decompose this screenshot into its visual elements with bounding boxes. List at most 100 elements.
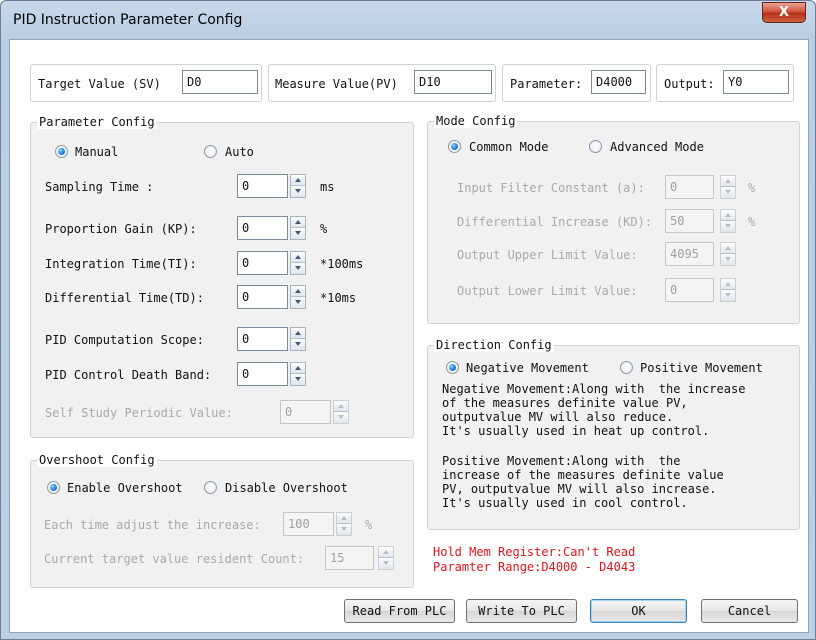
- spin-down-icon[interactable]: [721, 290, 735, 301]
- spin-down-icon[interactable]: [291, 186, 305, 197]
- advanced-mode-radio[interactable]: [589, 140, 602, 153]
- input-filter-label: Input Filter Constant (a):: [457, 181, 645, 195]
- auto-label: Auto: [225, 145, 254, 159]
- output-group: Output: Y0: [656, 64, 794, 102]
- spin-down-icon[interactable]: [291, 374, 305, 385]
- write-to-plc-button[interactable]: Write To PLC: [466, 599, 577, 623]
- computation-scope-spinner[interactable]: [290, 327, 306, 351]
- upper-limit-input[interactable]: 4095: [665, 242, 714, 266]
- common-mode-label: Common Mode: [469, 140, 549, 154]
- positive-movement-radio[interactable]: [620, 361, 633, 374]
- close-button[interactable]: X: [762, 2, 806, 23]
- spin-down-icon[interactable]: [291, 228, 305, 239]
- td-unit: *10ms: [320, 291, 357, 305]
- dialog-client-area: Target Value (SV) D0 Measure Value(PV) D…: [9, 39, 809, 633]
- differential-increase-input[interactable]: 50: [665, 209, 714, 233]
- self-study-spinner[interactable]: [333, 400, 349, 424]
- sampling-time-input[interactable]: 0: [237, 174, 288, 198]
- resident-count-label: Current target value resident Count:: [44, 552, 305, 566]
- spin-up-icon[interactable]: [379, 547, 393, 558]
- spin-up-icon[interactable]: [291, 175, 305, 186]
- disable-overshoot-radio[interactable]: [204, 481, 217, 494]
- sv-input[interactable]: D0: [182, 70, 258, 94]
- parameter-label: Parameter:: [510, 77, 583, 91]
- common-mode-radio[interactable]: [448, 140, 461, 153]
- window-title: PID Instruction Parameter Config: [13, 12, 243, 28]
- spin-up-icon[interactable]: [291, 252, 305, 263]
- spin-down-icon[interactable]: [721, 221, 735, 232]
- sampling-time-label: Sampling Time :: [45, 180, 154, 194]
- enable-overshoot-label: Enable Overshoot: [67, 481, 183, 495]
- negative-movement-label: Negative Movement: [466, 361, 589, 375]
- spin-up-icon[interactable]: [291, 363, 305, 374]
- upper-limit-spinner[interactable]: [720, 242, 736, 266]
- parameter-group: Parameter: D4000: [502, 64, 651, 102]
- adjust-increase-spinner[interactable]: [336, 512, 352, 536]
- pv-label: Measure Value(PV): [275, 77, 398, 91]
- spin-up-icon[interactable]: [291, 328, 305, 339]
- spin-up-icon[interactable]: [721, 210, 735, 221]
- differential-increase-unit: %: [748, 215, 756, 229]
- spin-down-icon[interactable]: [379, 558, 393, 569]
- resident-count-input[interactable]: 15: [325, 546, 374, 570]
- spin-down-icon[interactable]: [337, 524, 351, 535]
- positive-movement-label: Positive Movement: [640, 361, 763, 375]
- spin-down-icon[interactable]: [291, 263, 305, 274]
- spin-up-icon[interactable]: [721, 243, 735, 254]
- negative-movement-description: Negative Movement:Along with the increas…: [442, 382, 746, 438]
- death-band-input[interactable]: 0: [237, 362, 288, 386]
- lower-limit-spinner[interactable]: [720, 278, 736, 302]
- hold-register-status: Hold Mem Register:Can't Read: [433, 545, 636, 559]
- enable-overshoot-radio[interactable]: [47, 481, 60, 494]
- ti-input[interactable]: 0: [237, 251, 288, 275]
- spin-up-icon[interactable]: [291, 217, 305, 228]
- td-input[interactable]: 0: [237, 285, 288, 309]
- input-filter-spinner[interactable]: [720, 175, 736, 199]
- spin-up-icon[interactable]: [334, 401, 348, 412]
- spin-down-icon[interactable]: [291, 297, 305, 308]
- spin-down-icon[interactable]: [721, 187, 735, 198]
- spin-up-icon[interactable]: [337, 513, 351, 524]
- input-filter-input[interactable]: 0: [665, 175, 714, 199]
- title-bar[interactable]: PID Instruction Parameter Config X: [1, 1, 815, 39]
- death-band-spinner[interactable]: [290, 362, 306, 386]
- upper-limit-label: Output Upper Limit Value:: [457, 248, 638, 262]
- td-spinner[interactable]: [290, 285, 306, 309]
- kp-input[interactable]: 0: [237, 216, 288, 240]
- pv-input[interactable]: D10: [414, 70, 492, 94]
- differential-increase-label: Differential Increase (KD):: [457, 215, 653, 229]
- spin-up-icon[interactable]: [721, 279, 735, 290]
- parameter-input[interactable]: D4000: [591, 70, 646, 94]
- sampling-time-unit: ms: [320, 180, 335, 194]
- adjust-increase-input[interactable]: 100: [283, 512, 334, 536]
- resident-count-spinner[interactable]: [378, 546, 394, 570]
- read-from-plc-button[interactable]: Read From PLC: [344, 599, 455, 623]
- computation-scope-input[interactable]: 0: [237, 327, 288, 351]
- self-study-input[interactable]: 0: [280, 400, 331, 424]
- ok-button[interactable]: OK: [590, 599, 687, 623]
- sampling-time-spinner[interactable]: [290, 174, 306, 198]
- cancel-button[interactable]: Cancel: [701, 599, 798, 623]
- manual-radio[interactable]: [55, 145, 68, 158]
- lower-limit-input[interactable]: 0: [665, 278, 714, 302]
- computation-scope-label: PID Computation Scope:: [45, 333, 204, 347]
- mode-config-title: Mode Config: [434, 114, 518, 128]
- dialog-window: PID Instruction Parameter Config X Targe…: [0, 0, 816, 640]
- negative-movement-radio[interactable]: [446, 361, 459, 374]
- spin-down-icon[interactable]: [334, 412, 348, 423]
- auto-radio[interactable]: [204, 145, 217, 158]
- ti-spinner[interactable]: [290, 251, 306, 275]
- kp-spinner[interactable]: [290, 216, 306, 240]
- parameter-config-title: Parameter Config: [37, 115, 157, 129]
- parameter-config-group: Parameter Config Manual Auto Sampling Ti…: [30, 115, 414, 438]
- spin-up-icon[interactable]: [291, 286, 305, 297]
- death-band-label: PID Control Death Band:: [45, 368, 212, 382]
- spin-up-icon[interactable]: [721, 176, 735, 187]
- differential-increase-spinner[interactable]: [720, 209, 736, 233]
- output-input[interactable]: Y0: [723, 70, 789, 94]
- pv-group: Measure Value(PV) D10: [268, 64, 496, 102]
- spin-down-icon[interactable]: [721, 254, 735, 265]
- positive-movement-description: Positive Movement:Along with the increas…: [442, 454, 724, 510]
- spin-down-icon[interactable]: [291, 339, 305, 350]
- ti-label: Integration Time(TI):: [45, 257, 197, 271]
